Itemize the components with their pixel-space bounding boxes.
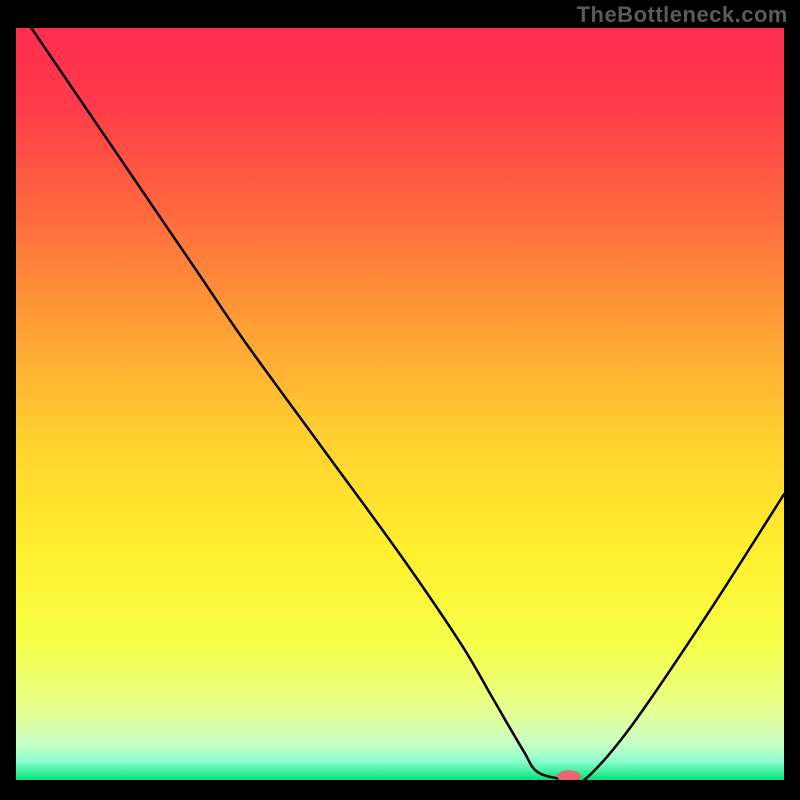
watermark-text: TheBottleneck.com — [577, 2, 788, 28]
left-border — [0, 0, 16, 800]
right-border — [784, 0, 800, 800]
chart-frame: TheBottleneck.com — [0, 0, 800, 800]
chart-canvas — [0, 0, 800, 800]
bottom-border — [0, 780, 800, 800]
plot-background — [16, 28, 784, 780]
